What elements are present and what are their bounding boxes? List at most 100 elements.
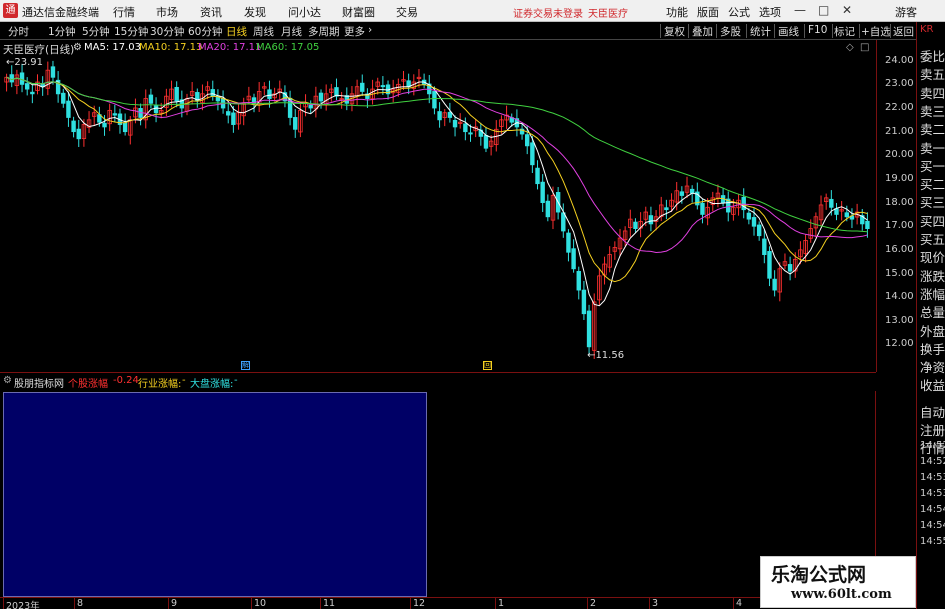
unlock-marker[interactable]: 解 [241, 361, 250, 370]
candle-body [71, 120, 76, 133]
quote-field-label: 委比 [920, 49, 945, 64]
quote-field-label: 卖五 [920, 67, 945, 83]
period-weekly[interactable]: 周线 [253, 24, 274, 39]
quote-field-label: 收益 [920, 378, 945, 394]
menu-layout[interactable]: 版面 [697, 4, 719, 20]
candle-body [267, 89, 272, 99]
period-daily[interactable]: 日线 [226, 24, 247, 39]
back-button[interactable]: 返回 [893, 24, 914, 39]
indicator-panel[interactable] [3, 392, 427, 597]
candle-body [829, 198, 834, 208]
period-monthly[interactable]: 月线 [281, 24, 302, 39]
menu-wealth-circle[interactable]: 财富圈 [342, 4, 375, 20]
industry-change-label: 行业涨幅: [138, 379, 182, 390]
tool-mark[interactable]: 标记 [834, 24, 855, 39]
period-multi[interactable]: 多周期 [308, 24, 340, 39]
candle-body [772, 278, 777, 291]
maximize-icon[interactable]: □ [818, 3, 829, 17]
minimize-icon[interactable]: — [794, 3, 806, 17]
period-30min[interactable]: 30分钟 [150, 24, 184, 39]
quote-field-label: 涨幅 [920, 286, 945, 302]
tool-f10[interactable]: F10 [808, 24, 827, 36]
low-price-label: ←11.56 [587, 350, 624, 361]
candlestick-chart[interactable]: ←23.91 ←11.56 [0, 56, 876, 361]
quote-panel-head[interactable]: KR [920, 24, 934, 35]
title-bar: 通 通达信金融终端 行情 市场 资讯 发现 问小达 财富圈 交易 证券交易未登录… [0, 0, 945, 22]
date-tick: 2 [587, 598, 596, 609]
menu-market[interactable]: 市场 [156, 4, 178, 20]
period-15min[interactable]: 15分钟 [114, 24, 148, 39]
expand-icon[interactable]: □ [860, 42, 869, 53]
price-tick: 12.00 [885, 338, 914, 350]
date-tick: 12 [410, 598, 425, 609]
price-tick: 23.00 [885, 78, 914, 90]
menu-quotes[interactable]: 行情 [113, 4, 135, 20]
market-change-label: 大盘涨幅: [190, 379, 234, 390]
tool-adjust[interactable]: 复权 [664, 24, 685, 39]
menu-news[interactable]: 资讯 [200, 4, 222, 20]
period-5min[interactable]: 5分钟 [82, 24, 110, 39]
candle-body [762, 238, 767, 256]
candle-body [689, 188, 695, 194]
candle-body [153, 105, 159, 114]
candle-body [61, 92, 66, 104]
chart-stock-label[interactable]: 天臣医疗(日线) [3, 42, 74, 57]
ma60-label: MA60: 17.05 [256, 42, 320, 53]
price-tick: 13.00 [885, 314, 914, 326]
candle-body [24, 83, 30, 90]
candle-body [756, 224, 762, 237]
candle-body [576, 271, 581, 291]
candle-body [561, 212, 566, 232]
date-axis: 2023年 8 9 10 11 12 1 2 3 4 [0, 597, 876, 609]
candle-body [318, 92, 324, 102]
tool-statistics[interactable]: 统计 [750, 24, 771, 39]
chart-header: 天臣医疗(日线) ⚙ MA5: 17.03 MA10: 17.13 MA20: … [0, 40, 876, 56]
candle-body [767, 251, 772, 279]
period-timeshare[interactable]: 分时 [8, 24, 29, 39]
indicator-name[interactable]: 股朋指标网 [14, 375, 64, 390]
menu-options[interactable]: 选项 [759, 4, 781, 20]
tick-time: 14:52 [920, 440, 945, 451]
candle-body [437, 111, 442, 121]
price-tick: 21.00 [885, 125, 914, 137]
candle-body [447, 111, 453, 118]
add-watchlist-button[interactable]: +自选 [861, 24, 891, 39]
tool-overlay[interactable]: 叠加 [692, 24, 713, 39]
menu-formula[interactable]: 公式 [728, 4, 750, 20]
ma5-label: MA5: 17.03 [84, 42, 142, 53]
menu-discover[interactable]: 发现 [244, 4, 266, 20]
ma20-label: MA20: 17.11 [198, 42, 262, 53]
tool-draw-line[interactable]: 画线 [778, 24, 799, 39]
chevron-right-icon[interactable]: › [368, 24, 372, 36]
period-60min[interactable]: 60分钟 [188, 24, 222, 39]
candle-body [30, 91, 35, 95]
candle-body [865, 220, 870, 229]
gear-icon[interactable]: ⚙ [73, 42, 82, 53]
price-tick: 19.00 [885, 172, 914, 184]
menu-trade[interactable]: 交易 [396, 4, 418, 20]
buyback-marker[interactable]: 回 [483, 361, 492, 370]
date-tick: 3 [649, 598, 658, 609]
candle-body [360, 82, 365, 92]
quote-field-label: 现价 [920, 250, 945, 266]
candle-body [19, 72, 25, 85]
candle-body [834, 208, 839, 215]
login-status[interactable]: 证券交易未登录 [513, 5, 583, 20]
settings-icon[interactable]: ⚙ [3, 375, 12, 386]
menu-functions[interactable]: 功能 [666, 4, 688, 20]
date-tick: 10 [251, 598, 266, 609]
diamond-icon[interactable]: ◇ [846, 42, 854, 53]
period-1min[interactable]: 1分钟 [48, 24, 76, 39]
close-icon[interactable]: ✕ [842, 3, 852, 17]
guest-label[interactable]: 游客 [895, 4, 917, 20]
panel-divider[interactable] [0, 372, 876, 373]
candle-body [463, 123, 468, 133]
industry-change-value: - [182, 375, 186, 386]
menu-xiaoda[interactable]: 问小达 [288, 4, 321, 20]
candle-body [648, 215, 654, 225]
candle-body [581, 289, 587, 315]
period-more[interactable]: 更多 [344, 24, 365, 39]
candle-body [483, 135, 489, 149]
quote-field-label: 涨跌 [920, 268, 945, 284]
tool-multi-stock[interactable]: 多股 [720, 24, 741, 39]
